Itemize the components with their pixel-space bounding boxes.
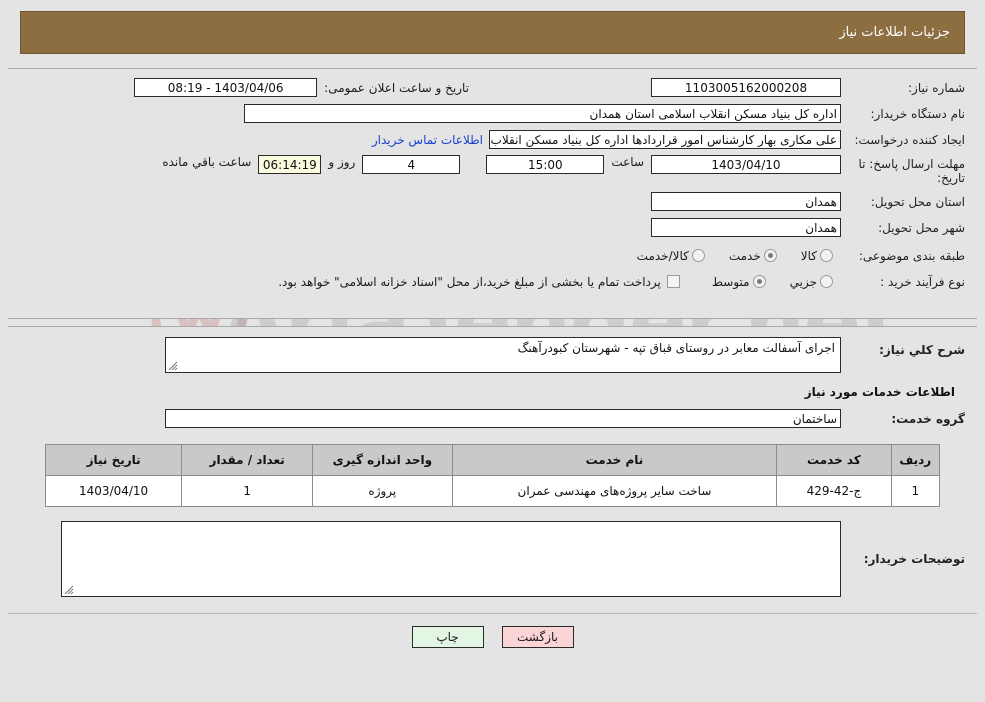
buyer-org-row: نام دستگاه خریدار: اداره کل بنیاد مسکن ا… [20, 103, 965, 124]
th-need-date: تاریخ نیاز [44, 444, 183, 476]
province-field: همدان [651, 192, 841, 211]
description-textarea[interactable]: اجرای آسفالت معابر در روستای قباق تپه - … [165, 337, 841, 373]
buyer-contact-link[interactable]: اطلاعات تماس خریدار [372, 133, 489, 147]
process-label-motevaset: متوسط [711, 274, 750, 289]
province-row: استان محل تحویل: همدان [20, 191, 965, 212]
remaining-clock-field: 06:14:19 [258, 155, 322, 174]
th-name: نام خدمت [451, 444, 778, 476]
cell-need-date: 1403/04/10 [44, 475, 183, 507]
back-button[interactable]: بازگشت [501, 626, 574, 648]
remaining-days-label: روز و [328, 155, 356, 169]
service-group-row: گروه خدمت: ساختمان [20, 409, 965, 428]
creator-label: ایجاد کننده درخواست: [854, 132, 965, 147]
th-quantity: تعداد / مقدار [181, 444, 314, 476]
need-number-row: شماره نیاز: 1103005162000208 تاریخ و ساع… [20, 77, 965, 98]
description-panel: شرح کلي نیاز: اجرای آسفالت معابر در روست… [8, 326, 977, 605]
description-row: شرح کلي نیاز: اجرای آسفالت معابر در روست… [20, 337, 965, 373]
print-button[interactable]: چاپ [411, 626, 484, 648]
deadline-row: مهلت ارسال پاسخ: تا تاریخ: 1403/04/10 سا… [20, 155, 965, 185]
table-row: 1 ج-42-429 ساخت سایر پروژه‌های مهندسی عم… [44, 475, 941, 507]
category-label-khedmat: خدمت [728, 248, 761, 263]
announce-label: تاریخ و ساعت اعلان عمومی: [324, 80, 469, 95]
need-number-field: 1103005162000208 [651, 78, 841, 97]
th-unit: واحد اندازه گیری [312, 444, 453, 476]
creator-row: ایجاد کننده درخواست: علی مکاری بهار کارش… [20, 129, 965, 150]
category-row: طبقه بندی موضوعی: کالا خدمت کالا/خدمت [20, 245, 965, 266]
city-label: شهر محل تحویل: [878, 220, 965, 235]
footer-button-bar: بازگشت چاپ [0, 626, 985, 648]
page-title: جزئیات اطلاعات نیاز [839, 25, 950, 40]
treasury-bond-label: پرداخت تمام یا بخشی از مبلغ خرید،از محل … [278, 274, 661, 289]
category-radio-khedmat[interactable] [763, 249, 777, 262]
buyer-org-label: نام دستگاه خریدار: [870, 106, 966, 121]
buyer-notes-textarea[interactable] [61, 521, 841, 597]
province-label: استان محل تحویل: [870, 194, 965, 209]
remaining-days-field: 4 [362, 155, 461, 174]
services-section-title: اطلاعات خدمات مورد نیاز [804, 385, 955, 399]
page-title-bar: جزئیات اطلاعات نیاز [20, 11, 965, 54]
services-table-body: 1 ج-42-429 ساخت سایر پروژه‌های مهندسی عم… [44, 475, 941, 507]
announce-datetime-field: 1403/04/06 - 08:19 [134, 78, 318, 97]
table-header-row: ردیف کد خدمت نام خدمت واحد اندازه گیری ت… [44, 444, 941, 476]
category-radio-kala[interactable] [820, 249, 833, 262]
category-radio-group: کالا خدمت کالا/خدمت [621, 249, 841, 263]
deadline-date-field: 1403/04/10 [651, 155, 841, 174]
deadline-time-field: 15:00 [486, 155, 605, 174]
th-row-no: ردیف [890, 444, 941, 476]
category-label-kala-khedmat: کالا/خدمت [636, 248, 689, 263]
buyer-notes-row: توضیحات خریدار: [20, 521, 965, 597]
buyer-notes-label: توضیحات خریدار: [863, 552, 965, 566]
page-root: جزئیات اطلاعات نیاز شماره نیاز: 11030051… [0, 11, 985, 648]
process-label: نوع فرآیند خرید : [880, 274, 965, 289]
category-label-kala: کالا [800, 248, 817, 263]
city-row: شهر محل تحویل: همدان [20, 217, 965, 238]
process-radio-group: جزیي متوسط [690, 275, 841, 289]
buyer-org-field: اداره کل بنیاد مسکن انقلاب اسلامی استان … [244, 104, 841, 123]
description-label: شرح کلي نیاز: [879, 343, 965, 357]
process-radio-motevaset[interactable] [752, 275, 766, 288]
process-label-jozei: جزیي [789, 274, 817, 289]
deadline-time-label: ساعت [611, 155, 644, 169]
summary-panel: شماره نیاز: 1103005162000208 تاریخ و ساع… [8, 68, 977, 319]
city-field: همدان [651, 218, 841, 237]
cell-code: ج-42-429 [776, 475, 892, 507]
footer-divider [8, 613, 977, 614]
service-group-field: ساختمان [165, 409, 841, 428]
process-row: نوع فرآیند خرید : جزیي متوسط پرداخت تمام… [20, 271, 965, 292]
process-radio-jozei[interactable] [820, 275, 833, 288]
cell-row-no: 1 [890, 475, 941, 507]
treasury-bond-checkbox[interactable] [666, 275, 680, 288]
th-code: کد خدمت [776, 444, 892, 476]
services-table-head: ردیف کد خدمت نام خدمت واحد اندازه گیری ت… [44, 444, 941, 476]
resize-grip-icon [168, 361, 178, 371]
deadline-label: مهلت ارسال پاسخ: تا تاریخ: [858, 157, 965, 185]
cell-quantity: 1 [181, 475, 314, 507]
resize-grip-icon [64, 585, 74, 595]
services-table: ردیف کد خدمت نام خدمت واحد اندازه گیری ت… [44, 444, 941, 507]
cell-unit: پروژه [312, 475, 453, 507]
need-number-label: شماره نیاز: [908, 80, 965, 95]
service-group-label: گروه خدمت: [891, 411, 965, 426]
remaining-clock-label: ساعت باقي مانده [162, 155, 252, 169]
category-radio-kala-khedmat[interactable] [691, 249, 705, 262]
creator-field: علی مکاری بهار کارشناس امور قراردادها اد… [489, 130, 841, 149]
cell-name: ساخت سایر پروژه‌های مهندسی عمران [451, 475, 778, 507]
category-label: طبقه بندی موضوعی: [858, 248, 965, 263]
